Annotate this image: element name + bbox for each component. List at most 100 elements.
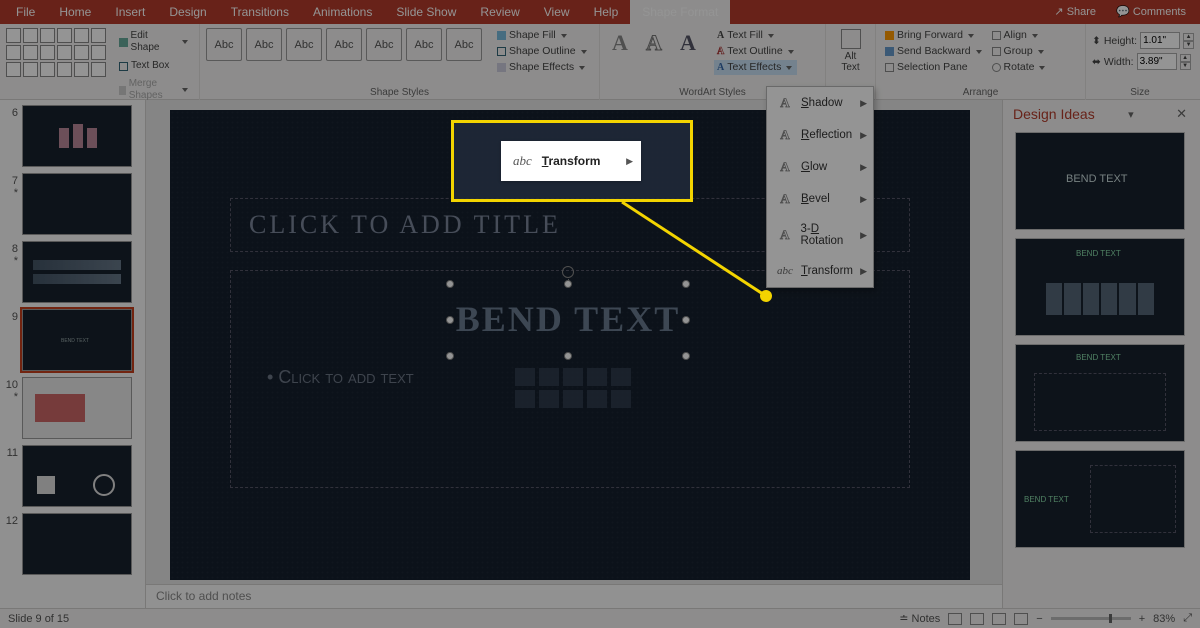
tab-help[interactable]: Help bbox=[582, 0, 631, 24]
tab-insert[interactable]: Insert bbox=[103, 0, 157, 24]
resize-handle[interactable] bbox=[682, 352, 690, 360]
design-idea-item[interactable]: BEND TEXT bbox=[1015, 238, 1185, 336]
close-icon[interactable]: ✕ bbox=[1173, 106, 1190, 122]
slide-thumbnail[interactable] bbox=[22, 513, 132, 575]
style-swatch[interactable]: Abc bbox=[286, 28, 322, 61]
text-effects-bevel[interactable]: ABevel▶ bbox=[767, 183, 873, 215]
shadow-icon: A bbox=[777, 95, 793, 111]
slide-counter: Slide 9 of 15 bbox=[8, 613, 69, 625]
thumb-number: 11 bbox=[2, 445, 18, 459]
glow-icon: A bbox=[777, 159, 793, 175]
fit-to-window-button[interactable]: ⤢ bbox=[1183, 612, 1192, 625]
tab-review[interactable]: Review bbox=[468, 0, 531, 24]
tab-home[interactable]: Home bbox=[47, 0, 103, 24]
bring-forward-button[interactable]: Bring Forward bbox=[882, 28, 985, 43]
tab-shape-format[interactable]: Shape Format bbox=[630, 0, 730, 24]
shape-effects-button[interactable]: Shape Effects bbox=[494, 60, 590, 75]
chevron-right-icon: ▶ bbox=[860, 98, 867, 109]
design-idea-item[interactable]: BEND TEXT bbox=[1015, 344, 1185, 442]
wordart-gallery[interactable]: A A A bbox=[606, 28, 702, 58]
slide-thumbnail-panel[interactable]: 6 7* 8* 9BEND TEXT 10* 11 12 bbox=[0, 100, 146, 608]
slide-thumbnail[interactable] bbox=[22, 241, 132, 303]
width-input[interactable] bbox=[1137, 53, 1177, 70]
notes-button[interactable]: ≐ Notes bbox=[899, 612, 940, 625]
height-input[interactable] bbox=[1140, 32, 1180, 49]
tutorial-transform-tooltip: abc Transform ▶ bbox=[501, 141, 641, 181]
design-ideas-dropdown-icon[interactable]: ▾ bbox=[1128, 108, 1134, 121]
send-backward-button[interactable]: Send Backward bbox=[882, 44, 985, 59]
tab-design[interactable]: Design bbox=[157, 0, 218, 24]
design-ideas-list[interactable]: BEND TEXT BEND TEXT BEND TEXT BEND TEXT bbox=[1003, 128, 1200, 608]
rotation-3d-icon: A bbox=[777, 227, 792, 243]
wordart-swatch[interactable]: A bbox=[606, 28, 634, 58]
style-swatch[interactable]: Abc bbox=[206, 28, 242, 61]
rotate-button[interactable]: Rotate bbox=[989, 60, 1049, 75]
tab-view[interactable]: View bbox=[532, 0, 582, 24]
tab-transitions[interactable]: Transitions bbox=[219, 0, 301, 24]
ribbon-tabs: File Home Insert Design Transitions Anim… bbox=[0, 0, 1200, 24]
text-effects-transform[interactable]: abcTransform▶ bbox=[767, 255, 873, 287]
shape-fill-button[interactable]: Shape Fill bbox=[494, 28, 590, 43]
wordart-swatch[interactable]: A bbox=[674, 28, 702, 58]
text-box-button[interactable]: Text Box bbox=[114, 58, 193, 74]
comments-button[interactable]: 💬 Comments bbox=[1108, 0, 1194, 24]
view-sorter-icon[interactable] bbox=[970, 613, 984, 625]
slide-thumbnail-selected[interactable]: BEND TEXT bbox=[22, 309, 132, 371]
resize-handle[interactable] bbox=[682, 316, 690, 324]
view-reading-icon[interactable] bbox=[992, 613, 1006, 625]
shape-gallery[interactable] bbox=[6, 28, 106, 77]
resize-handle[interactable] bbox=[564, 352, 572, 360]
style-swatch[interactable]: Abc bbox=[406, 28, 442, 61]
edit-shape-button[interactable]: Edit Shape bbox=[114, 28, 193, 56]
style-swatch[interactable]: Abc bbox=[246, 28, 282, 61]
slide-thumbnail[interactable] bbox=[22, 445, 132, 507]
resize-handle[interactable] bbox=[446, 316, 454, 324]
resize-handle[interactable] bbox=[564, 280, 572, 288]
style-swatch[interactable]: Abc bbox=[366, 28, 402, 61]
resize-handle[interactable] bbox=[446, 280, 454, 288]
zoom-out-button[interactable]: − bbox=[1036, 613, 1042, 625]
view-normal-icon[interactable] bbox=[948, 613, 962, 625]
zoom-in-button[interactable]: + bbox=[1139, 613, 1145, 625]
slide-thumbnail[interactable] bbox=[22, 173, 132, 235]
text-effects-shadow[interactable]: AShadow▶ bbox=[767, 87, 873, 119]
slide-thumbnail[interactable] bbox=[22, 377, 132, 439]
content-icons[interactable] bbox=[515, 368, 631, 408]
slide-thumbnail[interactable] bbox=[22, 105, 132, 167]
merge-shapes-label: Merge Shapes bbox=[129, 78, 177, 102]
ribbon: Edit Shape Text Box Merge Shapes Insert … bbox=[0, 24, 1200, 100]
tab-slideshow[interactable]: Slide Show bbox=[384, 0, 468, 24]
tab-file[interactable]: File bbox=[4, 0, 47, 24]
group-label-size: Size bbox=[1092, 87, 1188, 100]
tab-animations[interactable]: Animations bbox=[301, 0, 384, 24]
text-effects-glow[interactable]: AGlow▶ bbox=[767, 151, 873, 183]
notes-pane[interactable]: Click to add notes bbox=[146, 584, 1002, 608]
chevron-right-icon: ▶ bbox=[860, 194, 867, 205]
bring-forward-label: Bring Forward bbox=[897, 29, 963, 42]
wordart-swatch[interactable]: A bbox=[640, 28, 668, 58]
alt-text-button[interactable]: Alt Text bbox=[833, 28, 869, 74]
view-slideshow-icon[interactable] bbox=[1014, 613, 1028, 625]
text-outline-button[interactable]: AText Outline bbox=[714, 44, 797, 59]
height-spinner[interactable]: ▲▼ bbox=[1183, 33, 1194, 49]
text-effects-reflection[interactable]: AReflection▶ bbox=[767, 119, 873, 151]
zoom-slider[interactable] bbox=[1051, 617, 1131, 620]
shape-outline-button[interactable]: Shape Outline bbox=[494, 44, 590, 59]
group-button[interactable]: Group bbox=[989, 44, 1049, 59]
text-fill-button[interactable]: AText Fill bbox=[714, 28, 797, 43]
selection-pane-label: Selection Pane bbox=[897, 61, 968, 74]
design-idea-item[interactable]: BEND TEXT bbox=[1015, 450, 1185, 548]
design-idea-item[interactable]: BEND TEXT bbox=[1015, 132, 1185, 230]
text-effects-3d-rotation[interactable]: A3-D Rotation▶ bbox=[767, 215, 873, 255]
shape-styles-gallery[interactable]: Abc Abc Abc Abc Abc Abc Abc bbox=[206, 28, 482, 61]
share-button[interactable]: ↗ Share bbox=[1046, 0, 1104, 24]
text-effects-button[interactable]: AText Effects bbox=[714, 60, 797, 75]
resize-handle[interactable] bbox=[446, 352, 454, 360]
style-swatch[interactable]: Abc bbox=[326, 28, 362, 61]
chevron-right-icon: ▶ bbox=[860, 266, 867, 277]
selection-pane-button[interactable]: Selection Pane bbox=[882, 60, 985, 75]
width-spinner[interactable]: ▲▼ bbox=[1180, 54, 1191, 70]
style-swatch[interactable]: Abc bbox=[446, 28, 482, 61]
align-button[interactable]: Align bbox=[989, 28, 1049, 43]
rotate-handle[interactable] bbox=[562, 266, 574, 278]
